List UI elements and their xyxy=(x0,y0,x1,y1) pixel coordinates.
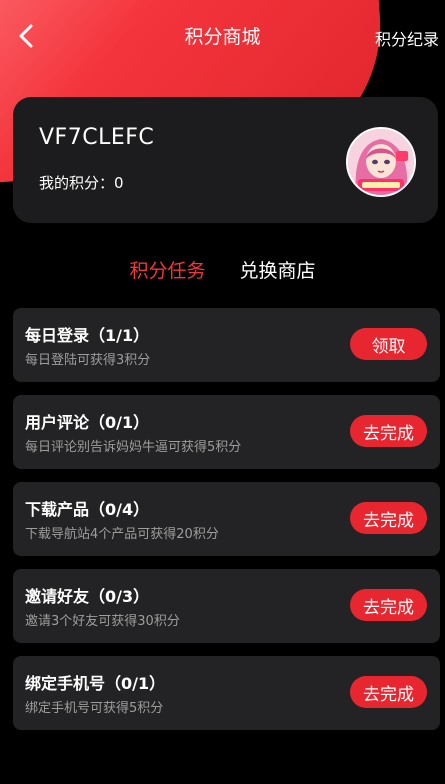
go-complete-button[interactable]: 去完成 xyxy=(350,589,427,621)
avatar xyxy=(346,127,416,197)
tab-exchange-store[interactable]: 兑换商店 xyxy=(240,256,316,283)
profile-card: VF7CLEFC 我的积分：0 xyxy=(13,97,438,223)
task-title: 每日登录（1/1） xyxy=(25,326,150,345)
task-title: 邀请好友（0/3） xyxy=(25,587,150,606)
task-description: 每日登陆可获得3积分 xyxy=(25,353,151,368)
points-row: 我的积分：0 xyxy=(39,172,124,193)
go-complete-button[interactable]: 去完成 xyxy=(350,676,427,708)
points-value: 0 xyxy=(114,174,124,192)
top-bar: 积分商城 积分纪录 xyxy=(0,0,445,72)
points-label: 我的积分： xyxy=(39,174,115,192)
task-item-bind-phone: 绑定手机号（0/1） 绑定手机号可获得5积分 去完成 xyxy=(13,656,440,730)
task-item-download-products: 下载产品（0/4） 下载导航站4个产品可获得20积分 去完成 xyxy=(13,482,440,556)
task-item-user-comment: 用户评论（0/1） 每日评论别告诉妈妈牛逼可获得5积分 去完成 xyxy=(13,395,440,469)
task-item-daily-login: 每日登录（1/1） 每日登陆可获得3积分 领取 xyxy=(13,308,440,382)
claim-button[interactable]: 领取 xyxy=(350,328,427,360)
task-description: 下载导航站4个产品可获得20积分 xyxy=(25,527,219,542)
go-complete-button[interactable]: 去完成 xyxy=(350,415,427,447)
points-records-link[interactable]: 积分纪录 xyxy=(375,26,439,50)
task-title: 下载产品（0/4） xyxy=(25,500,150,519)
go-complete-button[interactable]: 去完成 xyxy=(350,502,427,534)
tab-bar: 积分任务 兑换商店 xyxy=(0,256,445,283)
task-description: 邀请3个好友可获得30积分 xyxy=(25,614,180,629)
task-description: 绑定手机号可获得5积分 xyxy=(25,701,164,716)
avatar-illustration xyxy=(348,129,414,195)
user-id: VF7CLEFC xyxy=(39,125,155,150)
task-description: 每日评论别告诉妈妈牛逼可获得5积分 xyxy=(25,440,242,455)
task-title: 绑定手机号（0/1） xyxy=(25,674,166,693)
task-item-invite-friends: 邀请好友（0/3） 邀请3个好友可获得30积分 去完成 xyxy=(13,569,440,643)
task-list: 每日登录（1/1） 每日登陆可获得3积分 领取 用户评论（0/1） 每日评论别告… xyxy=(13,308,440,743)
task-title: 用户评论（0/1） xyxy=(25,413,150,432)
tab-points-tasks[interactable]: 积分任务 xyxy=(129,256,205,283)
